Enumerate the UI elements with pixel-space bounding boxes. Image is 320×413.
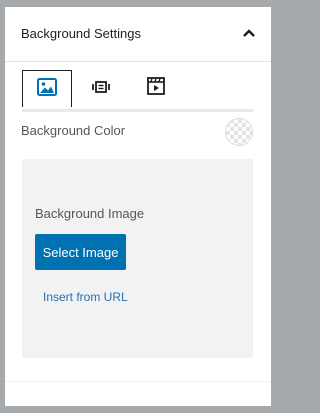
insert-from-url-link[interactable]: Insert from URL: [43, 290, 128, 304]
select-image-button[interactable]: Select Image: [35, 234, 126, 270]
video-icon: [147, 77, 165, 100]
background-color-swatch[interactable]: [225, 118, 253, 146]
background-image-label: Background Image: [35, 206, 145, 221]
panel-title: Background Settings: [21, 26, 141, 41]
background-color-label: Background Color: [21, 123, 126, 138]
tab-video[interactable]: [132, 70, 180, 107]
chevron-up-icon[interactable]: [237, 21, 261, 45]
tab-gallery[interactable]: [77, 70, 125, 107]
background-settings-panel: Background Settings Background Color Bac…: [5, 7, 271, 406]
panel-header[interactable]: Background Settings: [5, 7, 271, 62]
tab-image[interactable]: [22, 70, 72, 107]
image-icon: [37, 77, 57, 101]
background-image-section: Background Image Select Image Insert fro…: [22, 159, 253, 358]
background-type-tabs: [22, 70, 253, 112]
divider: [5, 381, 271, 382]
gallery-icon: [92, 80, 110, 98]
